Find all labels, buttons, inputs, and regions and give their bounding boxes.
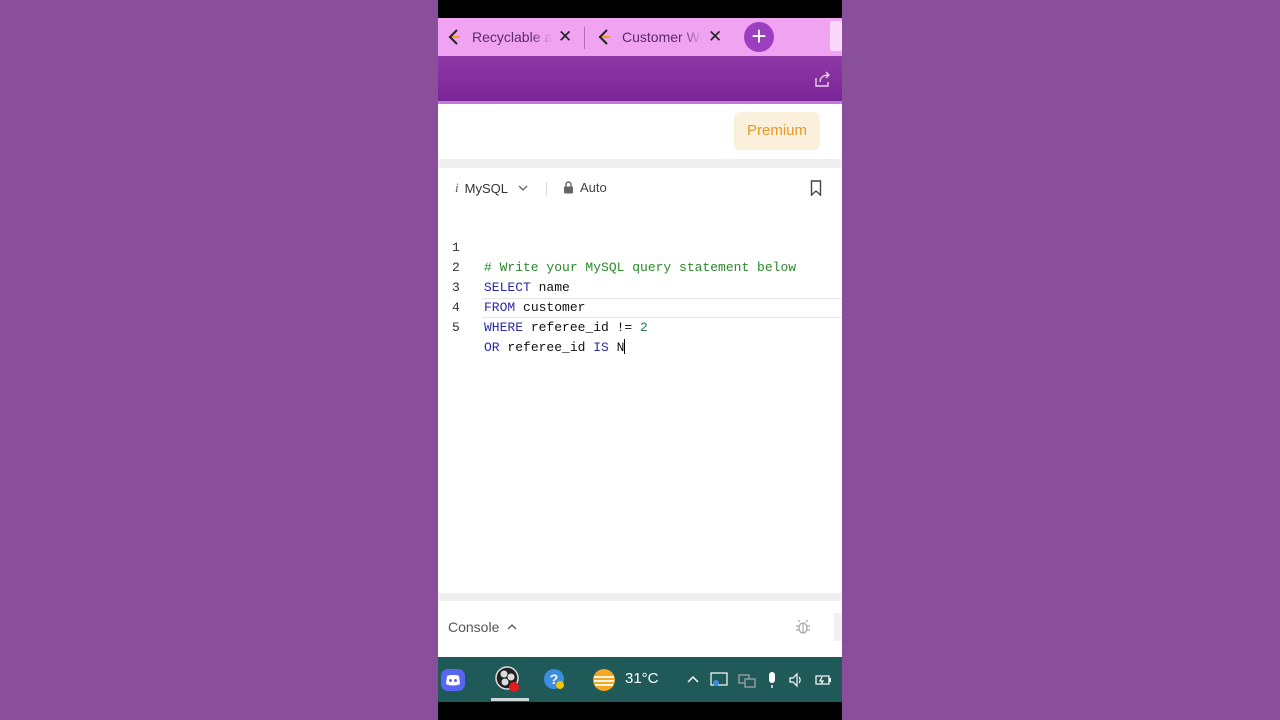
code-line: 2 SELECT name <box>438 238 842 295</box>
tab-strip: Recyclable and Low Fat Products ✕ Custom… <box>438 18 842 56</box>
chevron-up-icon <box>507 624 517 630</box>
code-keyword: IS <box>593 340 609 355</box>
taskbar: ? 31°C <box>438 657 842 702</box>
auto-mode[interactable]: Auto <box>563 180 607 195</box>
console-toggle[interactable]: Console <box>448 619 517 635</box>
temperature: 31°C <box>625 670 659 687</box>
code-keyword: OR <box>484 340 500 355</box>
panel-edge <box>834 613 842 641</box>
share-icon[interactable] <box>814 70 832 88</box>
code-number: 2 <box>640 320 648 335</box>
obs-icon[interactable] <box>494 665 522 693</box>
bookmark-icon[interactable] <box>810 180 822 196</box>
tab-strip-edge <box>830 21 842 51</box>
new-tab-button[interactable]: + <box>744 22 774 52</box>
line-number: 5 <box>452 320 460 335</box>
code-editor-panel: i MySQL Auto 1 # Write your MySQL query … <box>438 168 842 593</box>
help-icon[interactable]: ? <box>543 668 565 690</box>
active-app-indicator <box>491 698 529 701</box>
network-icon[interactable] <box>710 672 728 688</box>
bug-icon[interactable] <box>794 618 812 636</box>
toolbar-separator <box>546 182 547 196</box>
screen-icon[interactable] <box>738 672 756 688</box>
page-header: Premium <box>438 104 842 159</box>
text-cursor <box>624 339 626 354</box>
language-selector[interactable]: i MySQL <box>455 180 528 196</box>
code-line: 4 WHERE referee_id != 2 <box>438 278 842 335</box>
tab-customer-never-order[interactable]: Customer Who Never Order ✕ <box>596 21 722 53</box>
code-line: 3 FROM customer <box>438 258 842 315</box>
weather-icon <box>593 669 615 691</box>
editor-toolbar: i MySQL Auto <box>438 168 842 208</box>
leetcode-favicon <box>448 29 460 45</box>
browser-toolbar <box>438 56 842 104</box>
divider <box>438 159 842 168</box>
code-area[interactable]: 1 # Write your MySQL query statement bel… <box>438 218 842 355</box>
volume-icon[interactable] <box>788 672 804 688</box>
close-icon[interactable]: ✕ <box>708 27 722 47</box>
tab-title: Customer Who Never Order <box>622 29 702 45</box>
tab-title: Recyclable and Low Fat Products <box>472 29 552 45</box>
code-line-active: 5 OR referee_id IS N <box>438 298 842 355</box>
premium-button[interactable]: Premium <box>733 112 820 150</box>
phone-screen: Recyclable and Low Fat Products ✕ Custom… <box>438 0 842 720</box>
console-bar: Console <box>438 601 842 657</box>
discord-icon[interactable] <box>440 668 466 692</box>
language-label: MySQL <box>464 180 508 196</box>
code-line: 1 # Write your MySQL query statement bel… <box>438 218 842 275</box>
mic-icon[interactable] <box>766 671 778 689</box>
system-tray <box>686 671 832 689</box>
battery-icon[interactable] <box>814 673 832 687</box>
divider <box>438 593 842 601</box>
tab-separator <box>584 27 585 49</box>
auto-label: Auto <box>580 180 607 195</box>
chevron-down-icon <box>518 185 528 191</box>
code-text: referee_id <box>499 340 594 355</box>
console-label: Console <box>448 619 500 635</box>
leetcode-favicon <box>598 29 610 45</box>
code-text: referee_id != <box>523 320 641 335</box>
tab-recyclable-products[interactable]: Recyclable and Low Fat Products ✕ <box>446 21 572 53</box>
chevron-up-tray-icon[interactable] <box>686 673 700 687</box>
lock-icon <box>564 181 573 194</box>
language-prefix: i <box>455 180 459 195</box>
close-icon[interactable]: ✕ <box>558 27 572 47</box>
code-text: N <box>608 340 625 355</box>
nav-bar <box>438 702 842 720</box>
